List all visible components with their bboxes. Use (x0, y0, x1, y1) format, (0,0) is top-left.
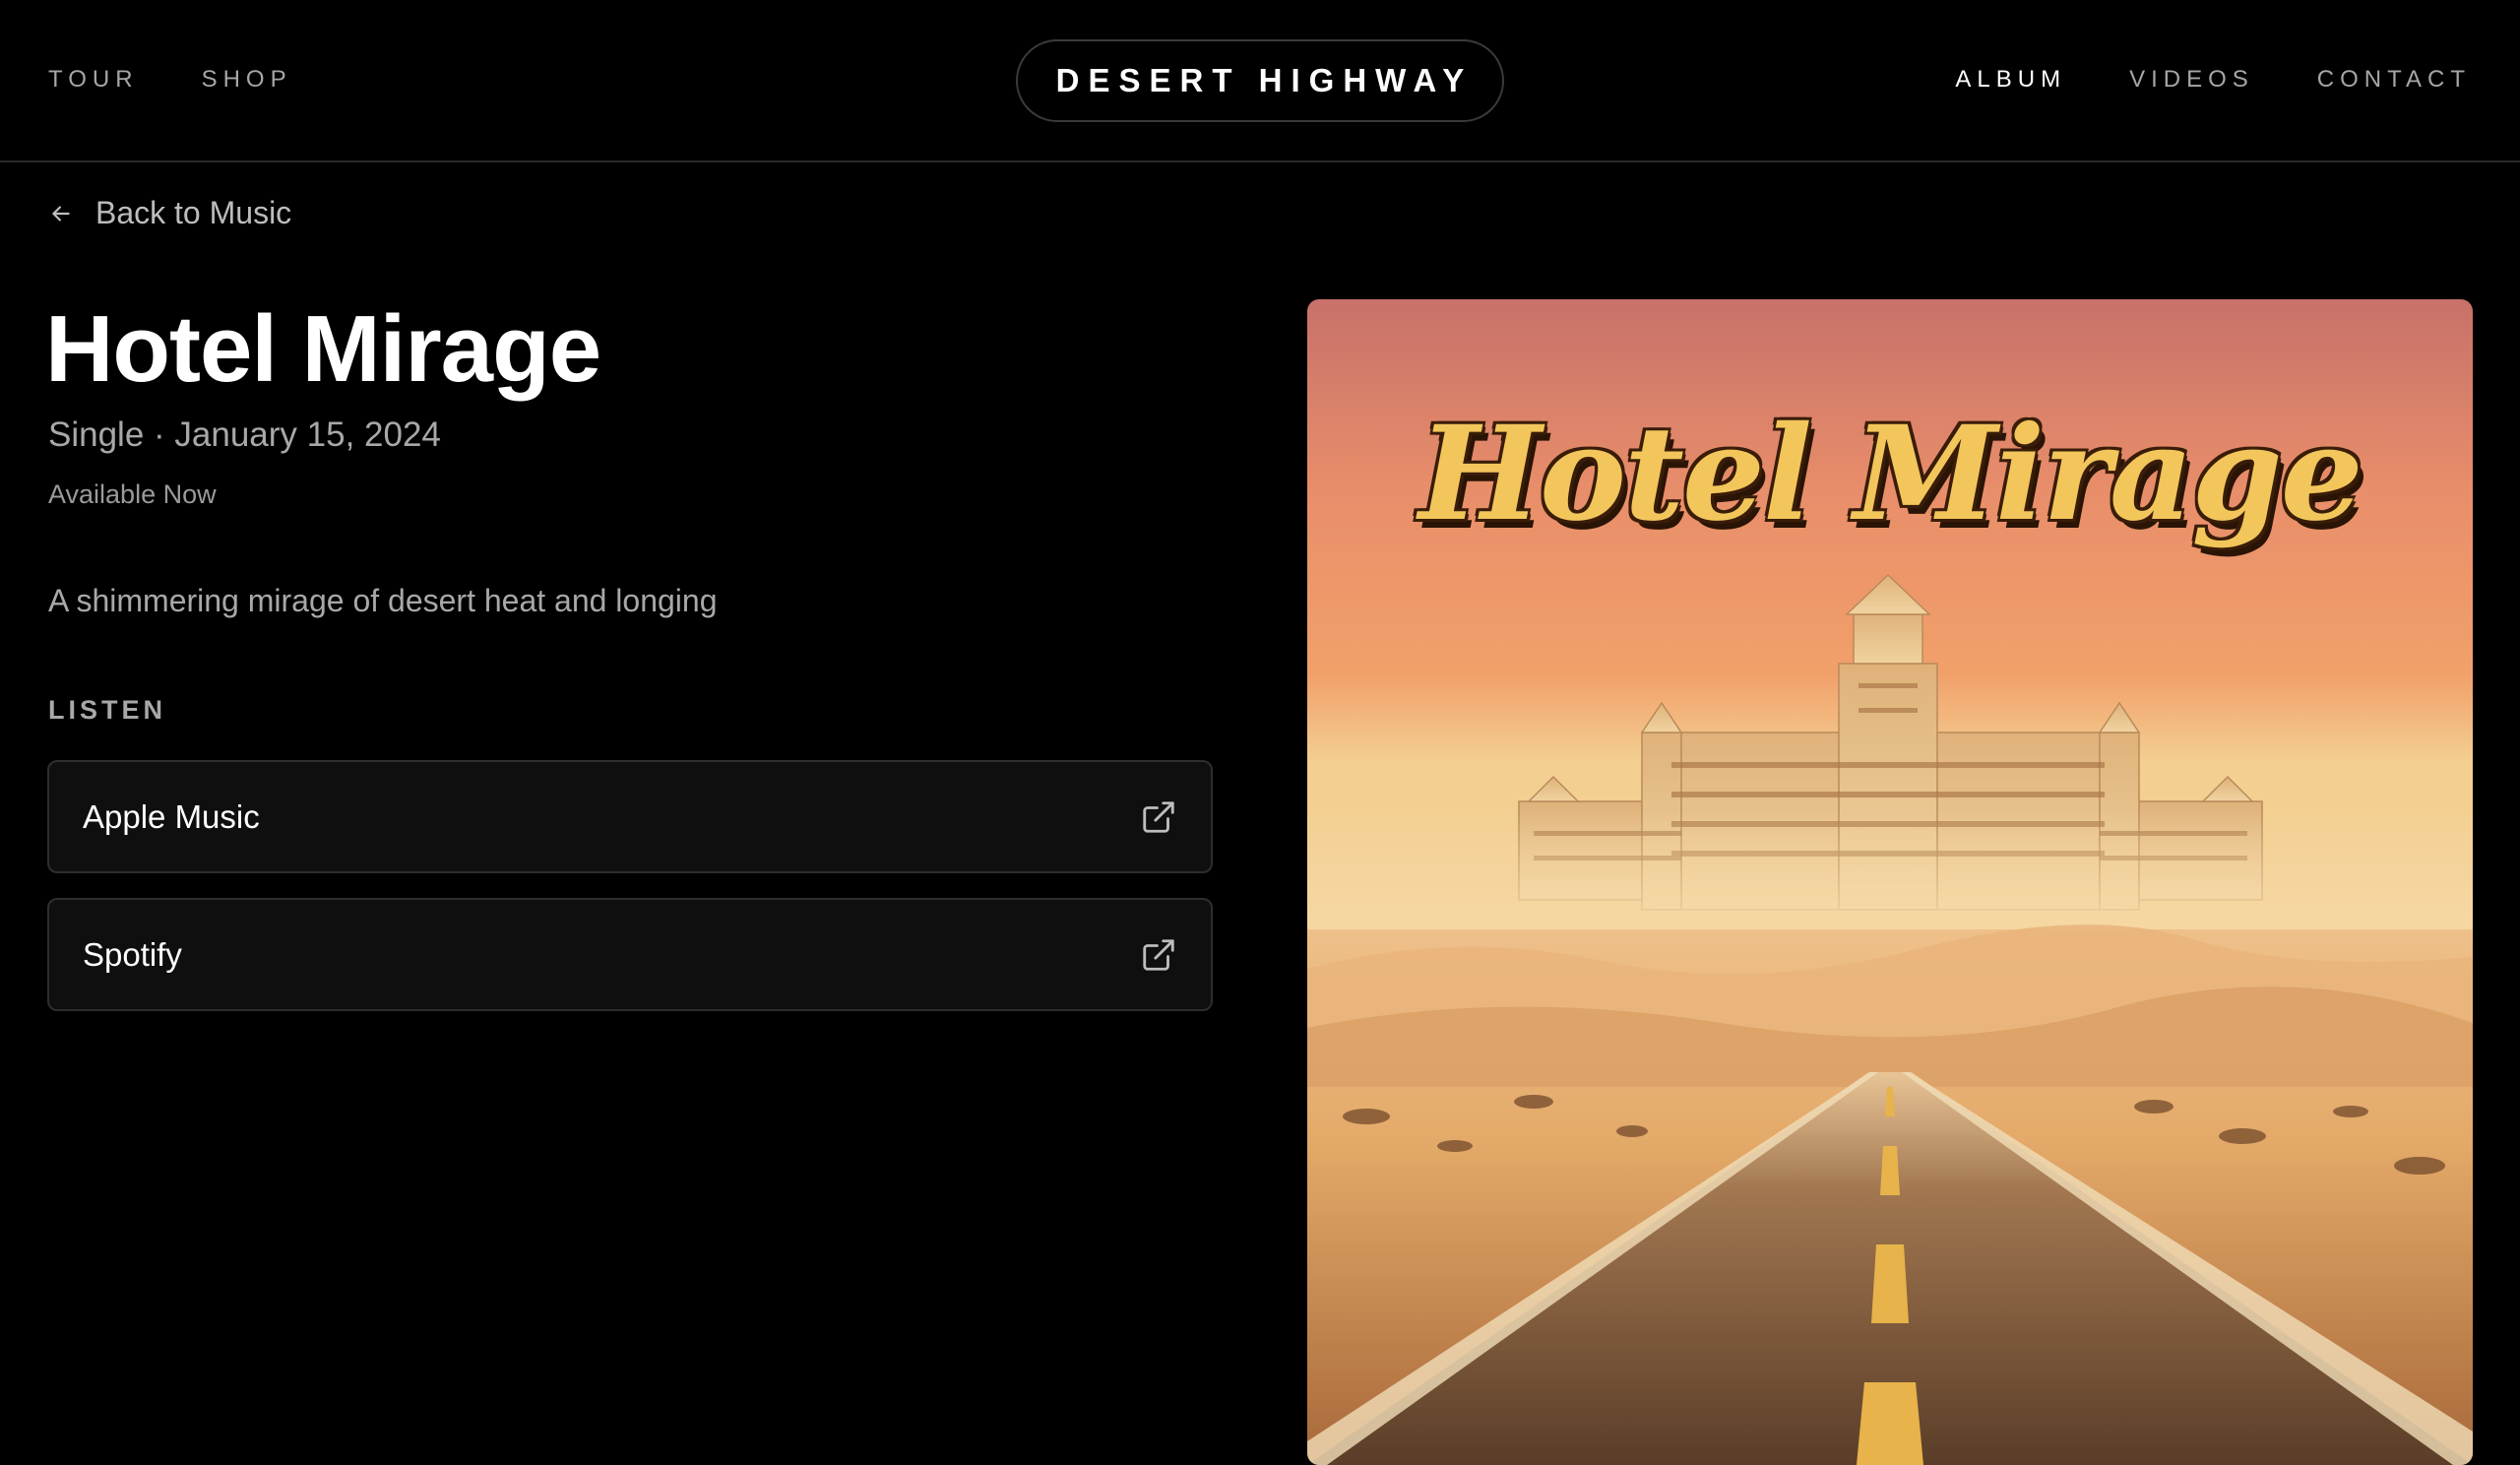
external-link-icon (1143, 800, 1174, 833)
listen-heading: LISTEN (48, 695, 167, 725)
back-link-label: Back to Music (95, 195, 292, 230)
nav-link-videos[interactable]: VIDEOS (2129, 65, 2254, 95)
primary-nav-left: TOUR SHOP (48, 65, 355, 95)
album-artwork: Hotel Mirage (1307, 299, 2473, 1465)
site-header: TOUR SHOP DESERT HIGHWAY ALBUM VIDEOS CO… (0, 0, 2520, 162)
nav-link-tour[interactable]: TOUR (48, 65, 139, 95)
service-label: Spotify (83, 935, 182, 973)
external-link-icon (1143, 938, 1174, 971)
brand-logo[interactable]: DESERT HIGHWAY (1016, 39, 1504, 122)
nav-link-album[interactable]: ALBUM (1955, 65, 2066, 95)
spotify-link[interactable]: Spotify (47, 898, 1213, 1011)
artwork-title-text: Hotel Mirage (1418, 398, 2362, 550)
streaming-links-list: Apple Music Spotify (47, 760, 1213, 1036)
back-to-music-link[interactable]: Back to Music (48, 195, 291, 231)
release-title: Hotel Mirage (45, 296, 601, 402)
arrow-left-icon (52, 205, 70, 222)
availability-status: Available Now (48, 479, 217, 509)
nav-link-shop[interactable]: SHOP (202, 65, 292, 95)
release-description: A shimmering mirage of desert heat and l… (48, 583, 718, 618)
service-label: Apple Music (83, 797, 260, 835)
primary-nav-right: ALBUM VIDEOS CONTACT (1892, 65, 2471, 95)
nav-link-contact[interactable]: CONTACT (2317, 65, 2471, 95)
apple-music-link[interactable]: Apple Music (47, 760, 1213, 873)
release-meta: Single · January 15, 2024 (48, 415, 441, 454)
